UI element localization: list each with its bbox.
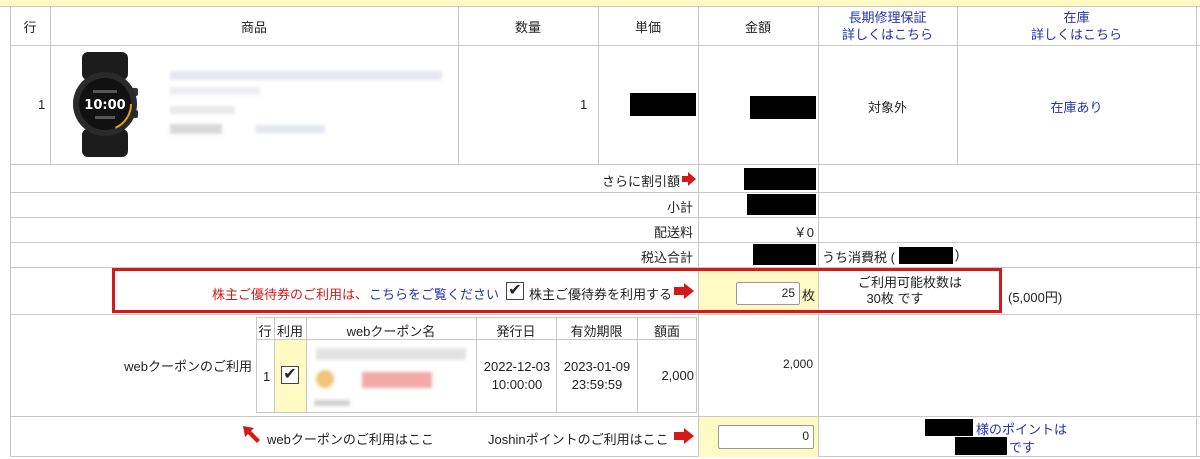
product-link-blurred[interactable] xyxy=(255,125,325,133)
warranty-header-line1[interactable]: 長期修理保証 xyxy=(818,9,957,26)
available-amount: (5,000円) xyxy=(1008,290,1063,305)
web-coupon-section-label: webクーポンのご利用 xyxy=(124,359,252,374)
arrow-right-icon xyxy=(674,283,694,299)
coupon-title-blurred xyxy=(316,348,466,360)
grid-line xyxy=(10,7,11,457)
coupon-image-blurred xyxy=(312,344,472,410)
top-band xyxy=(0,0,1200,7)
coupon-expiry: 2023-01-09 23:59:59 xyxy=(557,358,637,394)
grid-line xyxy=(818,7,819,457)
joshin-points-label: Joshinポイントのご利用はここ xyxy=(488,432,669,447)
coupon-col-row: 行 xyxy=(258,324,272,339)
coupon-expiry-date: 2023-01-09 xyxy=(563,359,631,374)
shareholder-count-unit: 枚 xyxy=(802,288,816,303)
header-row: 行 xyxy=(23,20,37,35)
warranty-details-link[interactable]: 詳しくはこちら xyxy=(818,26,957,43)
coupon-col-use: 利用 xyxy=(276,324,303,339)
coupon-value-blurred xyxy=(362,372,432,388)
grid-line xyxy=(10,192,1200,193)
grid-line xyxy=(10,416,1200,417)
stock-details-link[interactable]: 詳しくはこちら xyxy=(957,26,1196,43)
watch-display-text: 10:00 xyxy=(84,98,125,113)
stock-status-link[interactable]: 在庫あり xyxy=(957,97,1196,116)
available-count-info: ご利用可能枚数は 30枚 です xyxy=(835,275,985,307)
user-name-redacted xyxy=(925,419,973,436)
shipping-label: 配送料 xyxy=(653,225,693,240)
coupon-issued: 2022-12-03 10:00:00 xyxy=(478,358,556,394)
coupon-use-checkbox[interactable]: ✔ xyxy=(281,366,299,384)
product-image[interactable]: 10:00 xyxy=(60,52,160,157)
header-quantity: 数量 xyxy=(514,20,541,35)
coupon-logo-blurred xyxy=(316,370,334,388)
web-coupon-here-label: webクーポンのご利用はここ xyxy=(267,432,434,447)
total-label: 税込合計 xyxy=(640,250,693,265)
stock-header-line1[interactable]: 在庫 xyxy=(957,9,1196,26)
arrow-right-icon xyxy=(682,172,696,186)
shipping-value: ￥0 xyxy=(793,225,814,240)
shareholder-count-input[interactable]: 25 xyxy=(736,282,800,305)
watch-icon: 10:00 xyxy=(73,52,138,157)
grid-line xyxy=(1196,7,1197,457)
header-amount: 金額 xyxy=(744,20,771,35)
product-code-blurred xyxy=(170,106,235,114)
subtotal-redacted xyxy=(747,194,816,215)
coupon-issued-time: 10:00:00 xyxy=(491,377,543,392)
unit-price-redacted xyxy=(630,93,696,116)
coupon-note-blurred xyxy=(314,400,350,406)
item-quantity: 1 xyxy=(580,97,588,112)
tax-label-prefix: うち消費税 ( xyxy=(822,250,895,265)
coupon-col-issued: 発行日 xyxy=(496,324,536,339)
coupon-col-amount: 額面 xyxy=(653,324,680,339)
available-count-line1: ご利用可能枚数は xyxy=(857,275,962,290)
grid-line xyxy=(10,217,1200,218)
header-product: 商品 xyxy=(240,20,267,35)
grid-line xyxy=(10,164,1200,165)
shareholder-details-link[interactable]: こちらをご覧ください xyxy=(369,284,499,303)
item-row-number: 1 xyxy=(38,97,46,112)
product-desc-blurred xyxy=(170,87,260,95)
shareholder-checkbox[interactable]: ✔ xyxy=(506,282,524,300)
grid-line xyxy=(10,45,1200,46)
warranty-header-link[interactable]: 長期修理保証 詳しくはこちら xyxy=(818,9,957,43)
coupon-expiry-time: 23:59:59 xyxy=(571,377,623,392)
grid-line xyxy=(10,314,1200,315)
arrow-up-left-icon xyxy=(243,426,260,443)
available-count-line2: 30枚 です xyxy=(866,291,924,306)
coupon-applied-amount: 2,000 xyxy=(782,357,813,371)
extra-discount-label: さらに割引額 xyxy=(601,174,680,189)
total-redacted xyxy=(753,244,816,265)
stock-header-link[interactable]: 在庫 詳しくはこちら xyxy=(957,9,1196,43)
grid-line xyxy=(698,7,699,457)
points-info-line2[interactable]: です xyxy=(1009,437,1035,456)
shareholder-checkbox-label[interactable]: 株主ご優待券を利用する xyxy=(529,284,672,303)
coupon-col-name: webクーポン名 xyxy=(346,324,436,339)
points-value-redacted xyxy=(955,437,1007,455)
product-return-blurred xyxy=(170,124,222,134)
extra-discount-redacted xyxy=(744,168,816,190)
arrow-right-icon xyxy=(674,428,694,444)
header-unit-price: 単価 xyxy=(634,20,661,35)
grid-line xyxy=(10,456,1200,457)
tax-label-suffix: ) xyxy=(955,247,960,262)
coupon-col-expiry: 有効期限 xyxy=(570,324,623,339)
coupon-row-number: 1 xyxy=(263,369,271,384)
product-name-blurred xyxy=(170,71,442,80)
tax-redacted xyxy=(899,247,953,264)
coupon-face-value: 2,000 xyxy=(661,368,694,383)
coupon-issued-date: 2022-12-03 xyxy=(483,359,551,374)
grid-line xyxy=(10,242,1200,243)
warranty-status: 対象外 xyxy=(867,100,907,115)
points-info-line1[interactable]: 様のポイントは xyxy=(976,419,1067,438)
amount-redacted xyxy=(750,96,816,119)
points-input[interactable]: 0 xyxy=(718,425,814,449)
subtotal-label: 小計 xyxy=(666,200,693,215)
shareholder-text: 株主ご優待券のご利用は、 xyxy=(211,287,368,302)
